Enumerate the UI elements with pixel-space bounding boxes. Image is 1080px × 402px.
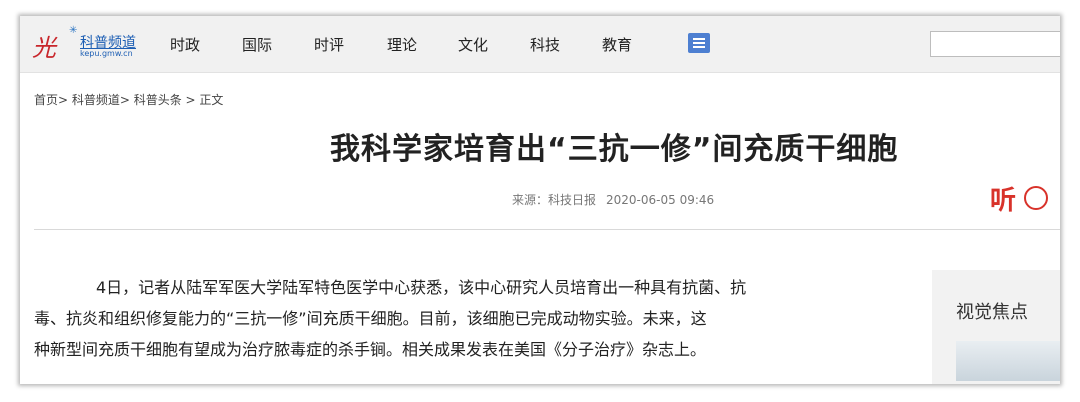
- article-source: 来源：科技日报: [512, 193, 597, 207]
- site-logo[interactable]: 光 ✳ 科普频道 kepu.gmw.cn: [32, 24, 147, 64]
- nav-item-technology[interactable]: 科技: [530, 34, 560, 55]
- top-navigation-bar: 光 ✳ 科普频道 kepu.gmw.cn 时政 国际 时评 理论 文化 科技 教…: [20, 16, 1060, 73]
- visual-focus-heading: 视觉焦点: [956, 302, 1028, 323]
- nav-item-education[interactable]: 教育: [602, 34, 632, 55]
- menu-list-icon[interactable]: [688, 33, 710, 53]
- logo-mark: 光: [32, 34, 56, 62]
- paragraph-line: 种新型间充质干细胞有望成为治疗脓毒症的杀手锏。相关成果发表在美国《分子治疗》杂志…: [34, 340, 707, 359]
- paragraph-line: 4日，记者从陆军军医大学陆军特色医学中心获悉，该中心研究人员培育出一种具有抗菌、…: [96, 278, 747, 297]
- nav-item-culture[interactable]: 文化: [458, 34, 488, 55]
- search-input[interactable]: [930, 31, 1060, 57]
- nav-item-commentary[interactable]: 时评: [314, 34, 344, 55]
- nav-item-theory[interactable]: 理论: [387, 34, 417, 55]
- divider: [34, 229, 1060, 230]
- listen-label: 听: [990, 186, 1017, 216]
- focus-thumbnail-image[interactable]: [956, 341, 1060, 381]
- channel-url: kepu.gmw.cn: [80, 49, 133, 58]
- browser-frame: 光 ✳ 科普频道 kepu.gmw.cn 时政 国际 时评 理论 文化 科技 教…: [20, 16, 1060, 384]
- nav-item-politics[interactable]: 时政: [170, 34, 200, 55]
- article-meta: 来源：科技日报 2020-06-05 09:46: [512, 191, 714, 208]
- article-body: 4日，记者从陆军军医大学陆军特色医学中心获悉，该中心研究人员培育出一种具有抗菌、…: [34, 272, 854, 365]
- article-datetime: 2020-06-05 09:46: [606, 193, 715, 207]
- breadcrumb[interactable]: 首页> 科普频道> 科普头条 > 正文: [34, 91, 223, 108]
- speaker-icon: [1024, 186, 1048, 210]
- visual-focus-panel: 视觉焦点: [932, 270, 1060, 384]
- listen-button[interactable]: 听: [990, 180, 1060, 216]
- paragraph-line: 毒、抗炎和组织修复能力的“三抗一修”间充质干细胞。目前，该细胞已完成动物实验。未…: [34, 309, 707, 328]
- article-title: 我科学家培育出“三抗一修”间充质干细胞: [330, 132, 899, 167]
- sunburst-icon: ✳: [69, 25, 78, 36]
- nav-item-international[interactable]: 国际: [242, 34, 272, 55]
